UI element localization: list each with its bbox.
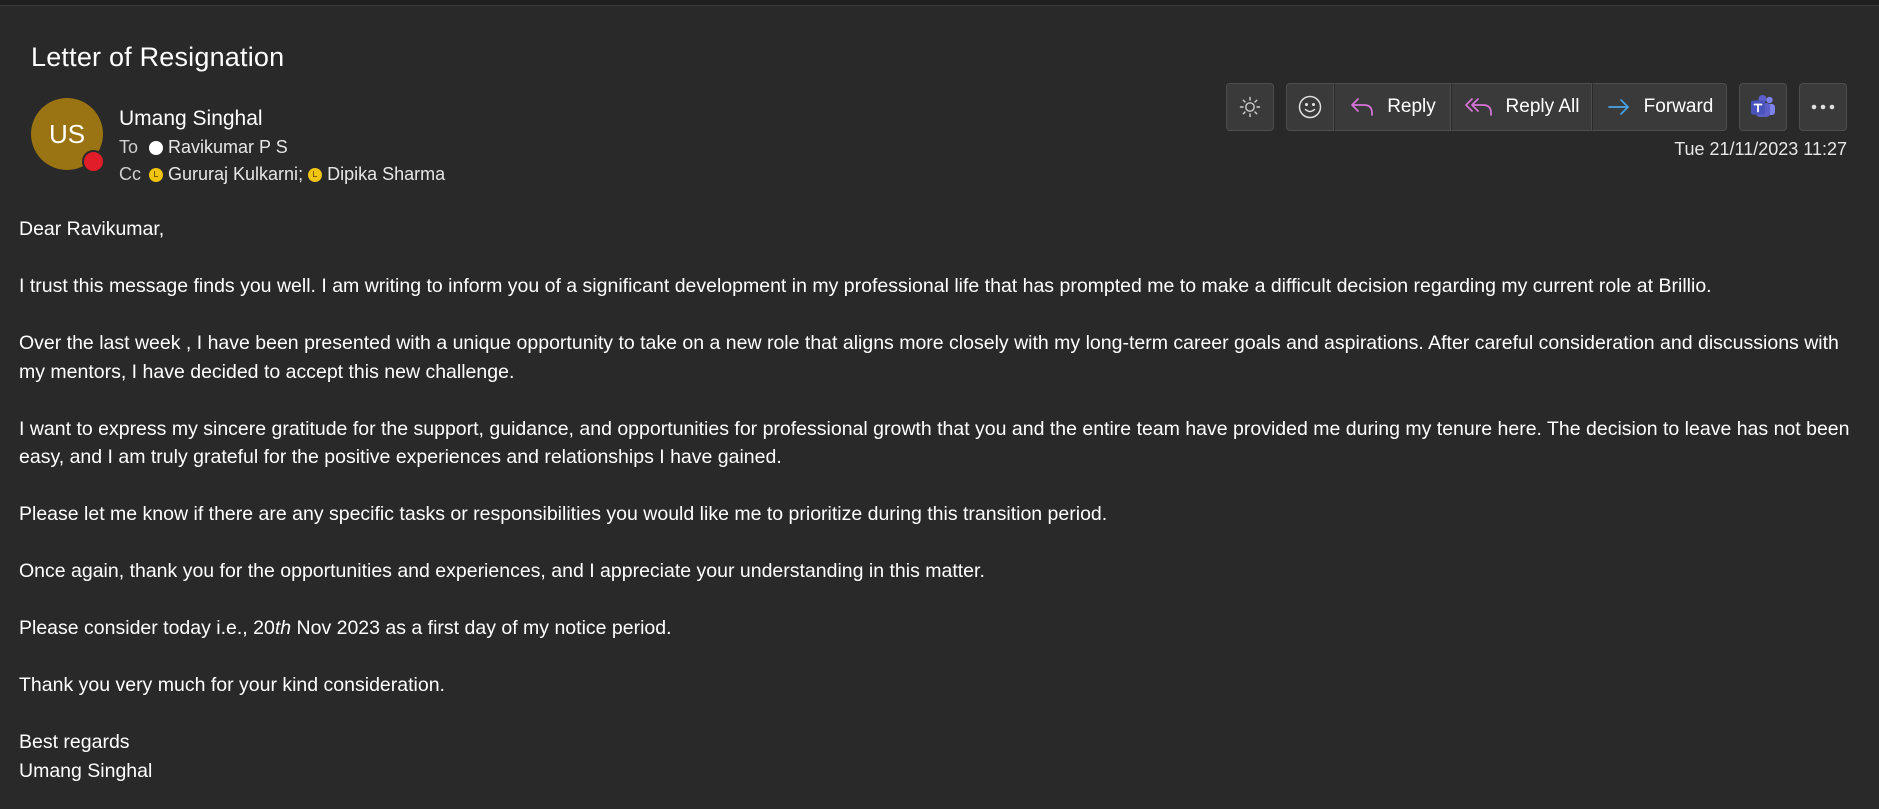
greeting: Dear Ravikumar, [19,218,165,240]
forward-icon [1607,99,1629,115]
reply-all-button[interactable]: Reply All [1451,83,1592,131]
more-icon [1811,104,1835,110]
reply-all-icon [1464,98,1492,116]
notice-paragraph: Please consider today i.e., 20th Nov 202… [19,614,1859,643]
recipient-cc[interactable]: Gururaj Kulkarni [168,164,298,185]
sender-name[interactable]: Umang Singhal [119,107,263,131]
teams-button[interactable] [1739,83,1787,131]
more-actions-button[interactable] [1799,83,1847,131]
notice-rest: Nov 2023 as a first day of my notice per… [291,617,672,639]
body-paragraph: I want to express my sincere gratitude f… [19,417,1850,469]
body-paragraph: Over the last week , I have been present… [19,332,1839,383]
body-paragraph: Once again, thank you for the opportunit… [19,560,985,582]
signoff: Best regards [19,731,130,753]
teams-icon [1751,95,1775,117]
notice-prefix: Please consider today i.e., 20 [19,617,275,639]
thanks-line: Thank you very much for your kind consid… [19,674,445,696]
recipient-to[interactable]: Ravikumar P S [168,137,288,158]
body-paragraph: Please let me know if there are any spec… [19,503,1108,525]
recipient-cc[interactable]: Dipika Sharma [327,164,445,185]
reaction-button[interactable] [1286,83,1334,131]
cc-row: Cc Gururaj Kulkarni ; Dipika Sharma [119,164,445,185]
reply-icon [1351,98,1374,116]
emoji-icon [1298,95,1322,119]
reply-button[interactable]: Reply [1334,83,1451,131]
presence-offline-icon [149,140,163,155]
reply-label: Reply [1387,96,1436,117]
email-subject: Letter of Resignation [31,42,285,72]
to-label: To [119,137,139,157]
sun-icon [1239,96,1261,118]
window-top-border [0,0,1879,6]
presence-busy-icon [82,150,105,173]
to-row: To Ravikumar P S [119,137,288,158]
body-paragraph: I trust this message finds you well. I a… [19,275,1712,297]
forward-button[interactable]: Forward [1592,83,1727,131]
theme-toggle-button[interactable] [1226,83,1274,131]
cc-label: Cc [119,164,141,184]
signature: Umang Singhal [19,759,153,782]
avatar-initials: US [48,118,86,149]
reply-all-label: Reply All [1505,96,1580,117]
forward-label: Forward [1643,96,1714,117]
presence-away-icon [308,167,323,182]
email-body: Dear Ravikumar, I trust this message fin… [19,215,1859,785]
notice-ordinal: th [274,617,292,639]
presence-away-icon [149,167,163,182]
cc-separator: ; [298,164,304,184]
email-timestamp: Tue 21/11/2023 11:27 [1674,139,1847,159]
